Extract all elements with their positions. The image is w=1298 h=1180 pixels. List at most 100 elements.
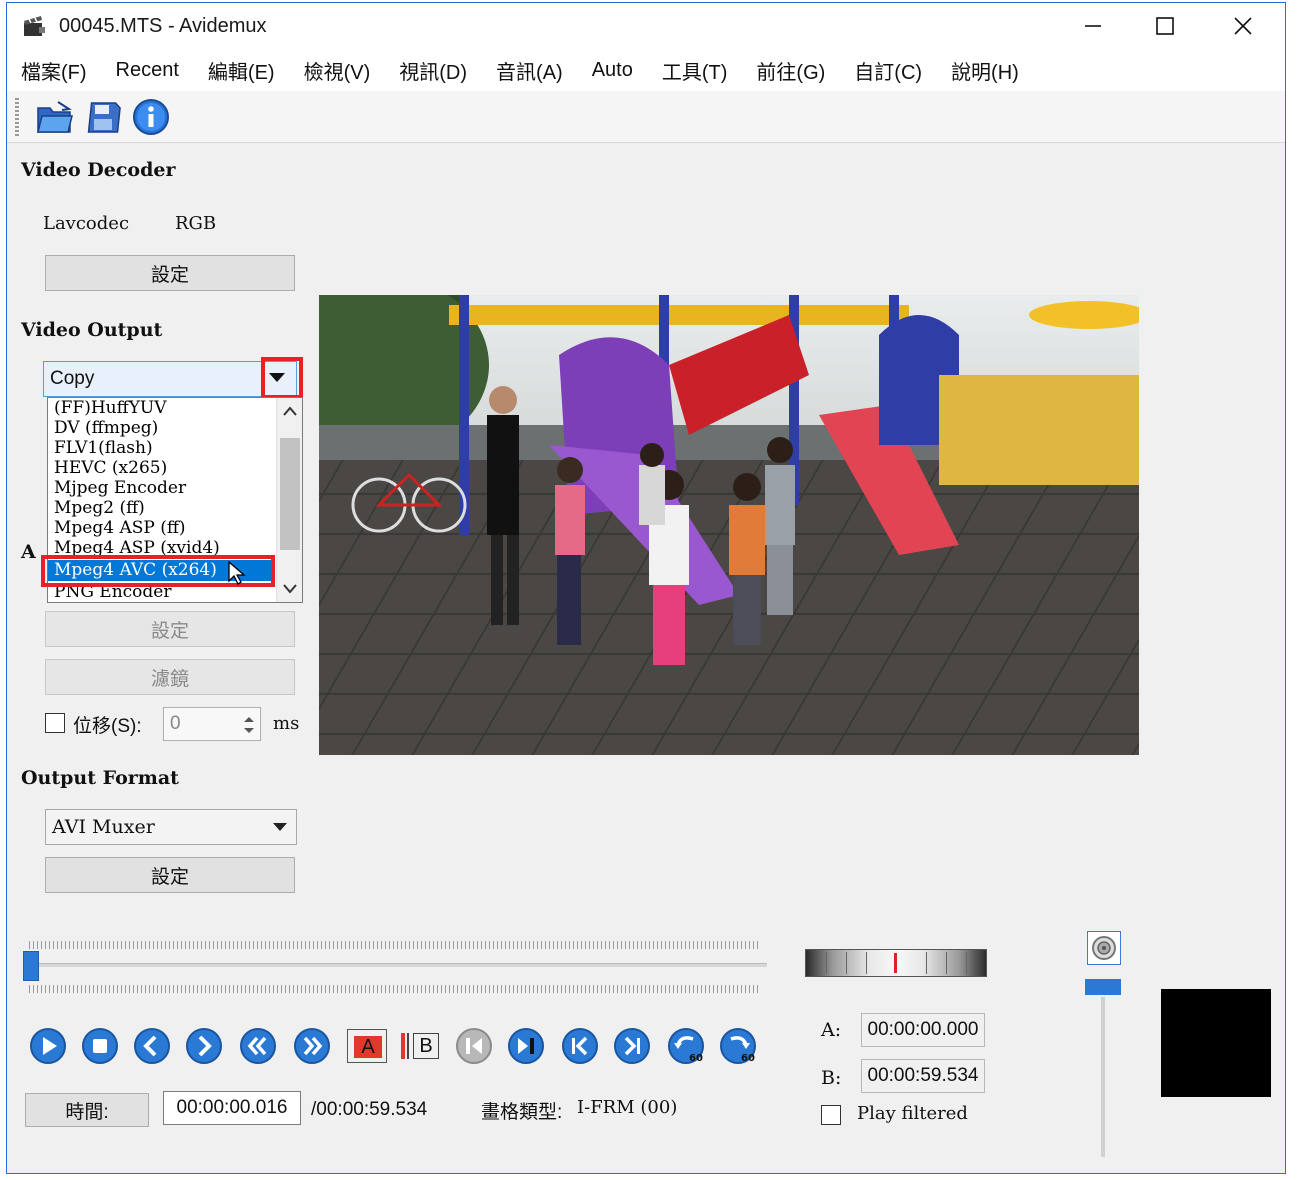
menu-recent[interactable]: Recent (116, 59, 179, 82)
shift-value: 0 (170, 713, 181, 734)
menu-bar: 檔案(F) Recent 編輯(E) 檢視(V) 視訊(D) 音訊(A) Aut… (7, 49, 1285, 91)
go-last-icon[interactable] (507, 1027, 545, 1065)
dropdown-option[interactable]: Mpeg4 ASP (ff) (48, 518, 274, 539)
set-marker-b-button[interactable]: B (401, 1029, 441, 1063)
output-format-select[interactable]: AVI Muxer (45, 809, 297, 845)
shift-label: 位移(S): (73, 716, 142, 737)
dropdown-option[interactable]: (FF)HuffYUV (48, 398, 274, 419)
close-icon (1234, 17, 1252, 35)
menu-help[interactable]: 說明(H) (951, 56, 1019, 85)
menu-audio[interactable]: 音訊(A) (496, 56, 563, 85)
menu-edit[interactable]: 編輯(E) (208, 56, 275, 85)
shift-unit: ms (273, 713, 300, 734)
audio-output-title: A (21, 541, 36, 563)
next-keyframe-icon[interactable] (293, 1027, 331, 1065)
open-button[interactable] (35, 97, 75, 137)
dropdown-option[interactable]: HEVC (x265) (48, 458, 274, 479)
scroll-down-icon[interactable] (283, 584, 297, 594)
minimize-button[interactable] (1063, 3, 1123, 49)
volume-slider[interactable] (1101, 997, 1105, 1157)
forward-60-icon[interactable]: 60 (719, 1027, 757, 1065)
video-frame-image (319, 295, 1139, 755)
frame-type-value: I-FRM (00) (577, 1097, 678, 1118)
play-filtered-checkbox[interactable] (821, 1105, 841, 1125)
go-first-disabled-icon[interactable] (455, 1027, 493, 1065)
output-preview-thumbnail (1161, 989, 1271, 1097)
menu-view[interactable]: 檢視(V) (304, 56, 371, 85)
video-decoder-title: Video Decoder (21, 159, 176, 181)
go-marker-b-icon[interactable] (613, 1027, 651, 1065)
menu-video[interactable]: 視訊(D) (399, 56, 467, 85)
shift-checkbox[interactable] (45, 713, 65, 733)
volume-button[interactable] (1087, 931, 1121, 965)
dropdown-scrollbar[interactable] (276, 398, 302, 602)
video-output-select[interactable]: Copy (43, 361, 297, 397)
timeline-slider[interactable] (29, 963, 767, 967)
video-preview (319, 295, 1139, 755)
clapperboard-icon (24, 16, 45, 36)
spin-arrows-icon[interactable] (242, 714, 256, 736)
previous-keyframe-icon[interactable] (239, 1027, 277, 1065)
play-filtered-label: Play filtered (857, 1103, 968, 1124)
close-button[interactable] (1213, 3, 1273, 49)
toolbar-grip[interactable] (15, 97, 19, 136)
marker-a-caption: A: (821, 1019, 842, 1041)
fwd-60-label: 60 (741, 1053, 755, 1064)
marker-a-field: 00:00:00.000 (861, 1013, 985, 1047)
info-button[interactable] (131, 97, 171, 137)
output-format-selected: AVI Muxer (52, 816, 155, 838)
jog-shuttle[interactable] (805, 949, 987, 977)
dropdown-option[interactable]: FLV1(flash) (48, 438, 274, 459)
back-60-icon[interactable]: 60 (667, 1027, 705, 1065)
frame-type-label: 畫格類型: (481, 1102, 563, 1123)
window-title: 00045.MTS - Avidemux (59, 14, 267, 37)
decoder-config-button[interactable]: 設定 (45, 255, 295, 291)
stop-icon[interactable] (81, 1027, 119, 1065)
mouse-cursor-icon (228, 561, 246, 585)
title-bar: 00045.MTS - Avidemux (7, 3, 1285, 49)
volume-thumb[interactable] (1085, 979, 1121, 995)
next-frame-icon[interactable] (185, 1027, 223, 1065)
toolbar (7, 91, 1285, 143)
chevron-down-icon[interactable] (269, 373, 285, 382)
previous-frame-icon[interactable] (133, 1027, 171, 1065)
scroll-up-icon[interactable] (283, 406, 297, 416)
menu-auto[interactable]: Auto (592, 59, 633, 82)
audio-config-button[interactable]: 設定 (45, 611, 295, 647)
play-icon[interactable] (29, 1027, 67, 1065)
marker-a-label: A (354, 1036, 382, 1058)
set-marker-a-button[interactable]: A (347, 1029, 387, 1063)
format-config-button[interactable]: 設定 (45, 857, 295, 893)
shift-spinbox[interactable]: 0 (163, 707, 261, 741)
open-folder-icon (37, 100, 73, 133)
menu-go[interactable]: 前往(G) (756, 56, 825, 85)
output-format-title: Output Format (21, 767, 179, 789)
total-time: /00:00:59.534 (311, 1099, 428, 1120)
minimize-icon (1085, 25, 1101, 27)
maximize-button[interactable] (1135, 3, 1195, 49)
dropdown-option[interactable]: DV (ffmpeg) (48, 418, 274, 439)
dropdown-scroll-thumb[interactable] (280, 438, 300, 550)
menu-file[interactable]: 檔案(F) (21, 56, 87, 85)
video-output-selected: Copy (50, 368, 95, 389)
marker-b-caption: B: (821, 1067, 842, 1089)
marker-b-label: B (413, 1033, 439, 1059)
save-button[interactable] (83, 97, 123, 137)
go-marker-a-icon[interactable] (561, 1027, 599, 1065)
dropdown-option[interactable]: Mjpeg Encoder (48, 478, 274, 499)
timeline-thumb[interactable] (23, 951, 39, 981)
timeline-ticks-bottom (29, 985, 759, 993)
current-time-field[interactable]: 00:00:00.016 (163, 1091, 301, 1125)
avidemux-window: 00045.MTS - Avidemux 檔案(F) Recent 編輯(E) … (6, 2, 1286, 1174)
audio-filter-button[interactable]: 濾鏡 (45, 659, 295, 695)
menu-custom[interactable]: 自訂(C) (854, 56, 922, 85)
decoder-format: RGB (175, 213, 217, 234)
save-disk-icon (87, 101, 121, 133)
timeline-ticks-top (29, 941, 759, 949)
jog-center-marker (894, 953, 897, 973)
dropdown-option[interactable]: Mpeg2 (ff) (48, 498, 274, 519)
video-output-title: Video Output (21, 319, 163, 341)
time-button[interactable]: 時間: (25, 1093, 149, 1127)
menu-tools[interactable]: 工具(T) (662, 56, 728, 85)
chevron-down-icon (273, 823, 287, 831)
